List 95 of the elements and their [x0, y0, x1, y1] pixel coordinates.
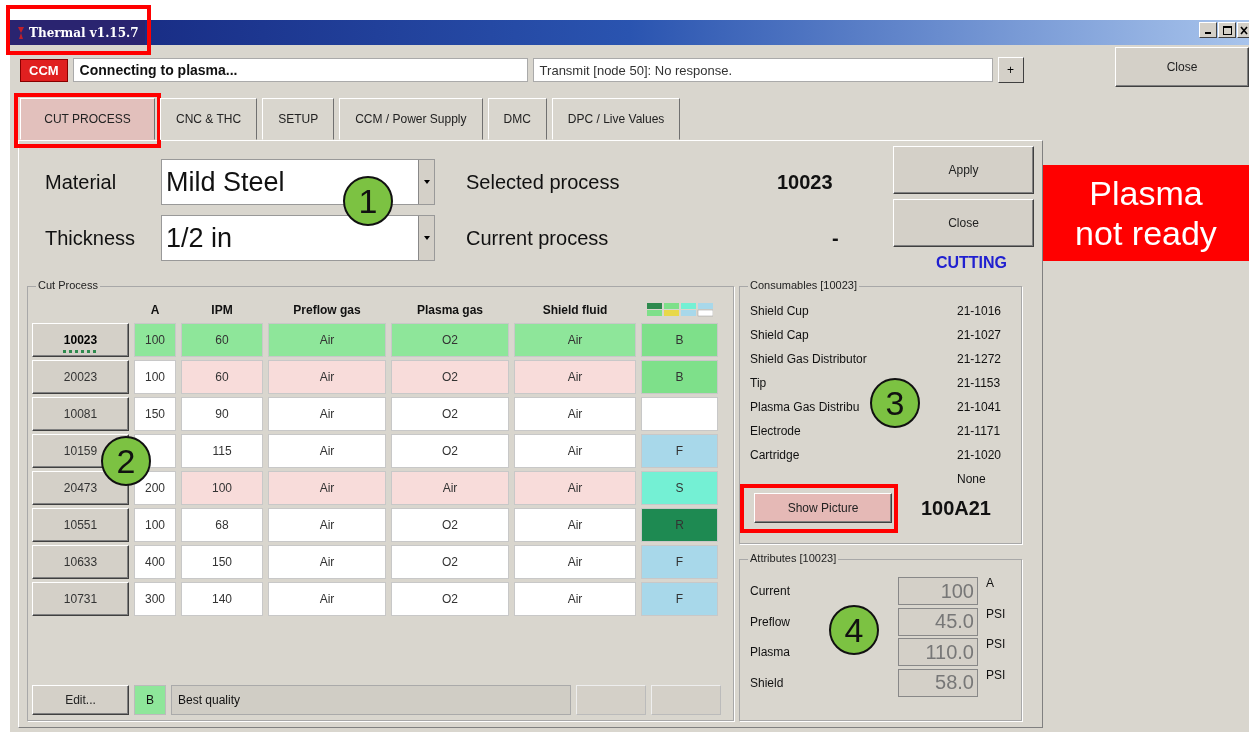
table-cell: 60: [181, 323, 263, 357]
attribute-value-field: 58.0: [898, 668, 978, 697]
ccm-badge: CCM: [20, 58, 68, 82]
part-number: 21-1027: [957, 328, 1003, 342]
process-number: -: [831, 226, 839, 250]
field-label: Selected process: [465, 170, 621, 194]
table-cell: Air: [514, 582, 636, 616]
attribute-value-field: 110.0: [898, 638, 978, 667]
table-cell: O2: [391, 545, 509, 579]
part-number: 21-1272: [957, 352, 1003, 366]
part-number: 21-1171: [957, 424, 1002, 438]
process-number: 10023: [777, 170, 834, 194]
table-cell: Air: [514, 434, 636, 468]
column-header: IPM: [210, 302, 234, 319]
table-cell: 100: [134, 508, 176, 542]
column-header: Plasma gas: [415, 302, 484, 319]
table-cell: Air: [268, 397, 386, 431]
table-cell: Air: [268, 434, 386, 468]
table-cell: 60: [181, 360, 263, 394]
group-title: Consumables [10023]: [748, 279, 859, 291]
torch-code: 100A21: [920, 496, 991, 520]
table-cell: O2: [391, 434, 509, 468]
group-title: Cut Process: [36, 279, 100, 291]
table-cell: O2: [391, 508, 509, 542]
consumable-name: Electrode: [750, 424, 801, 438]
attribute-label: Shield: [750, 675, 785, 690]
unit-label: PSI: [986, 606, 1007, 621]
consumable-name: Cartridge: [750, 448, 800, 462]
status-message-field: Connecting to plasma...: [72, 58, 528, 82]
attribute-label: Current: [750, 584, 791, 599]
table-cell: Air: [514, 323, 636, 357]
unit-label: PSI: [986, 637, 1007, 651]
part-number: 21-1016: [957, 304, 1003, 318]
consumable-name: Tip: [750, 376, 767, 390]
part-number: None: [957, 472, 987, 486]
attribute-value-field: 45.0: [898, 607, 978, 636]
quality-description-field: Best quality: [171, 685, 571, 715]
unit-label: PSI: [986, 667, 1007, 682]
table-cell: O2: [391, 397, 509, 431]
quality-cell: R: [641, 508, 718, 542]
window-title: Thermal v1.15.7: [29, 25, 139, 40]
table-cell: Air: [514, 471, 636, 505]
transmit-status-field: Transmit [node 50]: No response.: [532, 58, 993, 82]
unit-label: A: [986, 576, 995, 590]
plasma-status-banner: Plasma not ready: [1043, 165, 1249, 261]
table-cell: Air: [268, 545, 386, 579]
field-label: Thickness: [45, 226, 137, 250]
quality-cell: B: [641, 360, 718, 394]
consumable-name: Shield Gas Distributor: [750, 352, 867, 366]
column-header: A: [149, 302, 161, 319]
table-cell: Air: [268, 582, 386, 616]
table-cell: O2: [391, 323, 509, 357]
table-cell: 150: [181, 545, 263, 579]
table-cell: 100: [134, 323, 176, 357]
table-cell: 300: [134, 582, 176, 616]
table-cell: 68: [181, 508, 263, 542]
quality-cell: F: [641, 434, 718, 468]
part-number: 21-1020: [957, 448, 1003, 462]
quality-badge: B: [134, 685, 166, 715]
attribute-label: Preflow: [750, 614, 791, 629]
table-cell: 115: [181, 434, 263, 468]
table-cell: Air: [514, 360, 636, 394]
attribute-value-field: 100: [898, 577, 978, 606]
attribute-label: Plasma: [750, 645, 791, 660]
quality-cell: S: [641, 471, 718, 505]
table-cell: 140: [181, 582, 263, 616]
table-cell: 400: [134, 545, 176, 579]
table-cell: Air: [268, 323, 386, 357]
table-cell: Air: [514, 508, 636, 542]
table-cell: Air: [268, 360, 386, 394]
mode-label: CUTTING: [934, 253, 1009, 272]
part-number: 21-1041: [957, 400, 1003, 414]
table-cell: Air: [514, 397, 636, 431]
table-cell: Air: [514, 545, 636, 579]
table-cell: 100: [134, 360, 176, 394]
table-cell: O2: [391, 360, 509, 394]
consumable-name: Plasma Gas Distribu: [750, 400, 860, 414]
table-cell: 150: [134, 397, 176, 431]
consumable-name: Shield Cup: [750, 304, 809, 318]
part-number: 21-1153: [957, 376, 1002, 390]
column-header: Preflow gas: [292, 302, 362, 319]
table-cell: Air: [391, 471, 509, 505]
table-cell: O2: [391, 582, 509, 616]
table-cell: 90: [181, 397, 263, 431]
column-header: Shield fluid: [541, 302, 609, 319]
field-label: Current process: [465, 226, 610, 250]
quality-cell: F: [641, 545, 718, 579]
table-cell: Air: [268, 471, 386, 505]
field-label: Material: [45, 170, 118, 194]
quality-cell: B: [641, 323, 718, 357]
table-cell: Air: [268, 508, 386, 542]
group-title: Attributes [10023]: [748, 552, 839, 564]
consumable-name: Shield Cap: [750, 328, 809, 342]
quality-cell: F: [641, 582, 718, 616]
table-cell: 100: [181, 471, 263, 505]
